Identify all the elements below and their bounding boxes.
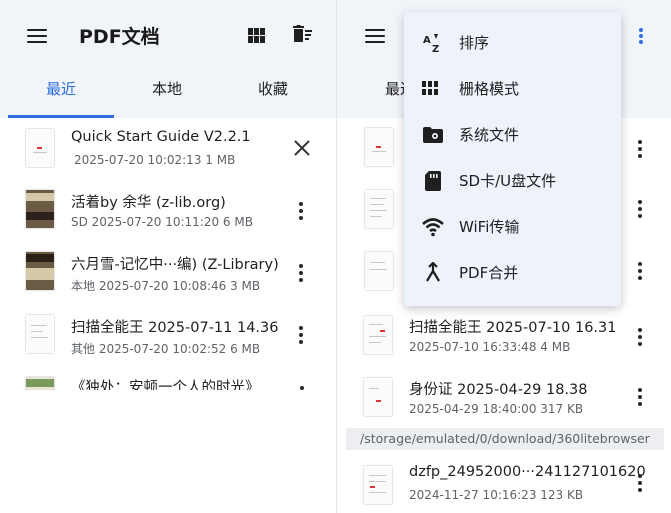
item-title: 《独处：安顿一个人的时光》 <box>71 380 260 390</box>
list-item[interactable]: 扫描全能王 2025-07-11 14.36 其他 2025-07-20 10:… <box>0 304 336 366</box>
tab-local[interactable]: 本地 <box>114 66 220 118</box>
item-meta: 2025-07-10 16:33:48 4 MB <box>409 340 571 354</box>
menu-item-label: PDF合并 <box>459 264 519 282</box>
item-title: 六月雪-记忆中···编) (Z-Library) <box>71 257 279 273</box>
more-options-icon[interactable] <box>637 388 643 406</box>
more-options-icon[interactable] <box>637 140 643 158</box>
menu-item-pdf-merge[interactable]: PDF合并 <box>404 250 621 296</box>
pdf-thumbnail <box>26 129 54 167</box>
list-item[interactable]: 活着by 余华 (z-lib.org) SD 2025-07-20 10:11:… <box>0 180 336 242</box>
pdf-thumbnail <box>26 252 54 290</box>
menu-item-label: SD卡/U盘文件 <box>459 172 557 190</box>
list-item[interactable]: 身份证 2025-04-29 18.38 2025-04-29 18:40:00… <box>337 368 671 430</box>
item-meta: 本地 2025-07-20 10:08:46 3 MB <box>71 279 261 293</box>
item-meta: 2025-07-20 10:02:13 1 MB <box>74 153 236 167</box>
item-title: dzfp_24952000···241127101620 <box>409 464 646 480</box>
grid-view-icon <box>422 81 438 95</box>
menu-icon[interactable] <box>27 28 47 44</box>
more-options-icon[interactable] <box>298 202 304 220</box>
tab-favorites-label: 收藏 <box>257 80 288 98</box>
app-title: PDF文档 <box>79 26 160 48</box>
tab-recent[interactable]: 最近 <box>8 66 114 118</box>
menu-item-label: WiFi传输 <box>459 218 520 236</box>
pdf-thumbnail <box>365 252 393 290</box>
pdf-thumbnail <box>26 315 54 353</box>
pdf-thumbnail <box>364 378 392 416</box>
pdf-thumbnail <box>365 128 393 166</box>
svg-text:Z: Z <box>432 44 439 54</box>
more-options-icon[interactable] <box>298 264 304 282</box>
tab-recent-label: 最近 <box>45 80 76 98</box>
app-bar: PDF文档 最近 本地 收藏 <box>0 0 336 118</box>
merge-icon <box>426 262 440 282</box>
item-title: 活着by 余华 (z-lib.org) <box>71 195 226 211</box>
pdf-thumbnail <box>26 190 54 228</box>
menu-item-grid-mode[interactable]: 栅格模式 <box>404 66 621 112</box>
tab-favorites[interactable]: 收藏 <box>220 66 326 118</box>
list-item[interactable]: 扫描全能王 2025-07-10 16.31 2025-07-10 16:33:… <box>337 306 671 368</box>
delete-sweep-icon[interactable] <box>292 25 314 45</box>
list-item[interactable]: dzfp_24952000···241127101620 2024-11-27 … <box>337 454 671 513</box>
wifi-icon <box>422 218 444 237</box>
item-title: Quick Start Guide V2.2.1 <box>71 129 251 145</box>
item-title: 扫描全能王 2025-07-11 14.36 <box>71 320 279 336</box>
tab-bar: 最近 本地 收藏 <box>0 66 336 118</box>
grid-view-icon[interactable] <box>248 28 265 43</box>
folder-gear-icon <box>423 127 443 143</box>
tab-local-label: 本地 <box>151 80 182 98</box>
left-screen: PDF文档 最近 本地 收藏 Quick Start Guide V2.2.1 … <box>0 0 336 513</box>
pdf-thumbnail <box>26 377 54 390</box>
more-options-icon[interactable] <box>637 474 643 492</box>
list-item[interactable]: Quick Start Guide V2.2.1 2025-07-20 10:0… <box>0 118 336 180</box>
item-meta: 2025-04-29 18:40:00 317 KB <box>409 402 584 416</box>
close-icon[interactable] <box>294 140 310 156</box>
pdf-thumbnail <box>364 466 392 504</box>
pdf-thumbnail <box>364 316 392 354</box>
more-options-icon[interactable] <box>637 328 643 346</box>
folder-path-header: /storage/emulated/0/download/360litebrow… <box>346 428 664 450</box>
svg-text:A: A <box>423 35 431 46</box>
item-title: 身份证 2025-04-29 18.38 <box>409 382 588 398</box>
menu-item-sort[interactable]: A Z 排序 <box>404 20 621 66</box>
sort-az-icon: A Z <box>423 34 439 54</box>
menu-item-wifi[interactable]: WiFi传输 <box>404 204 621 250</box>
menu-item-sd-usb[interactable]: SD卡/U盘文件 <box>404 158 621 204</box>
menu-item-system-files[interactable]: 系统文件 <box>404 112 621 158</box>
list-item[interactable]: 《独处：安顿一个人的时光》 <box>0 372 336 390</box>
item-meta: SD 2025-07-20 10:11:20 6 MB <box>71 215 253 229</box>
overflow-menu: A Z 排序 栅格模式 系统文件 SD卡/U盘文件 WiFi传输 PDF合并 <box>404 12 621 306</box>
menu-item-label: 系统文件 <box>459 126 520 144</box>
item-meta: 2024-11-27 10:16:23 123 KB <box>409 488 584 502</box>
more-options-icon[interactable] <box>637 262 643 280</box>
item-meta: 其他 2025-07-20 10:02:52 6 MB <box>71 342 261 356</box>
more-options-icon[interactable] <box>637 200 643 218</box>
more-options-icon[interactable] <box>298 326 304 344</box>
list-item[interactable]: 六月雪-记忆中···编) (Z-Library) 本地 2025-07-20 1… <box>0 242 336 304</box>
more-options-icon[interactable] <box>300 386 304 390</box>
menu-item-label: 排序 <box>459 34 490 52</box>
pdf-thumbnail <box>365 190 393 228</box>
sd-card-icon <box>425 171 441 191</box>
more-options-icon[interactable] <box>639 28 643 44</box>
menu-item-label: 栅格模式 <box>459 80 520 98</box>
menu-icon[interactable] <box>365 28 385 44</box>
item-title: 扫描全能王 2025-07-10 16.31 <box>409 320 617 336</box>
